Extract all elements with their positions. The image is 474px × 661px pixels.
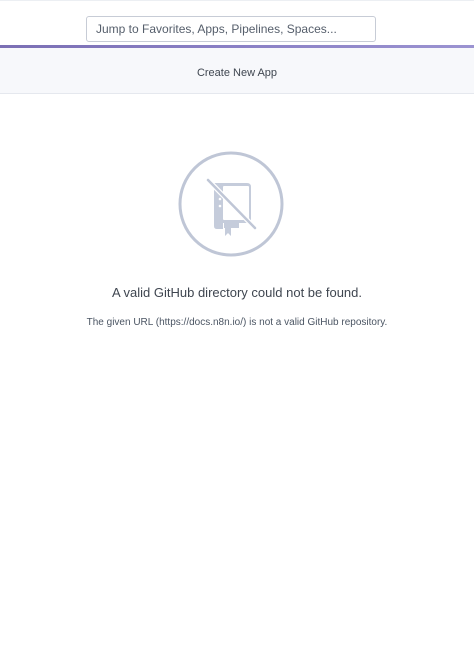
top-navigation-bar	[0, 0, 474, 45]
page-subheader: Create New App	[0, 48, 474, 94]
page: Create New App A valid GitHub directory …	[0, 0, 474, 661]
error-title: A valid GitHub directory could not be fo…	[111, 285, 363, 300]
no-repository-icon	[178, 151, 284, 257]
search-input[interactable]	[86, 16, 376, 42]
page-title: Create New App	[196, 67, 278, 79]
error-description: The given URL (https://docs.n8n.io/) is …	[86, 317, 388, 328]
